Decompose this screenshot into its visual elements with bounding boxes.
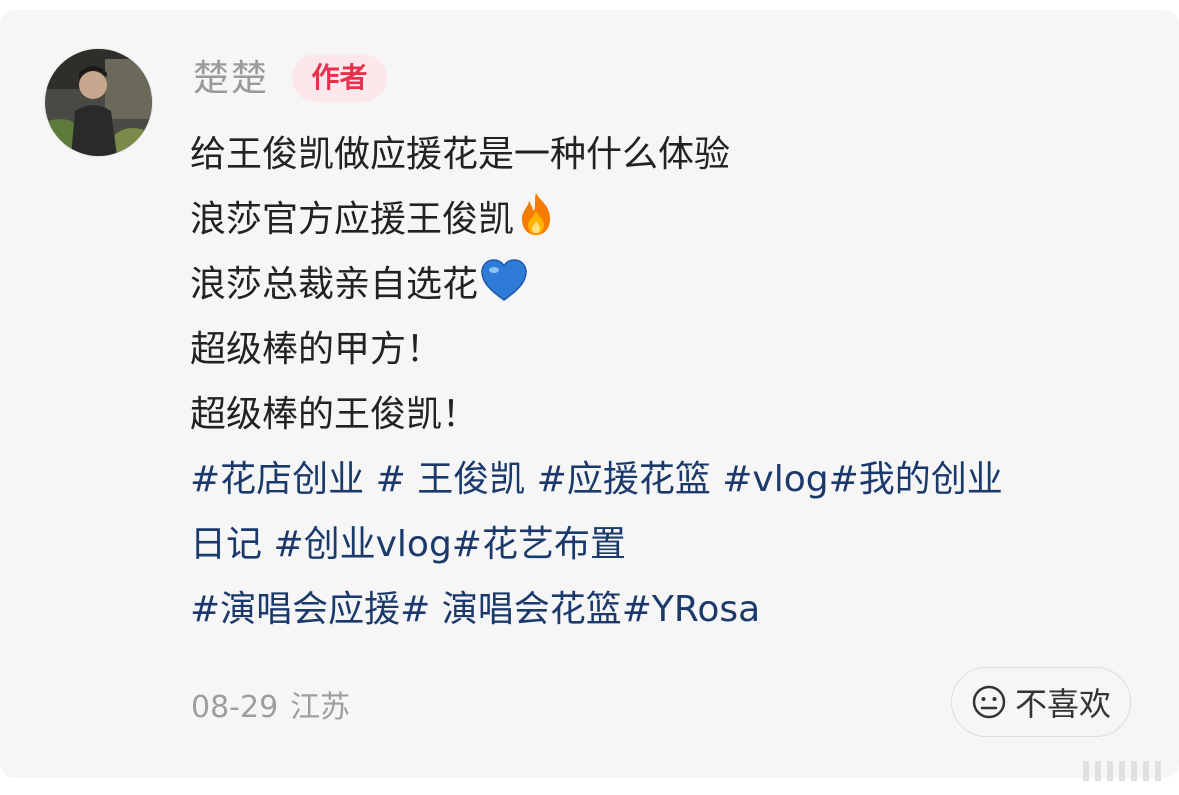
comment-line-2: 浪莎官方应援王俊凯 (190, 187, 1150, 252)
comment-date: 08-29 (191, 690, 279, 725)
watermark-bars (1083, 761, 1161, 781)
comment-line-1: 给王俊凯做应援花是一种什么体验 (190, 134, 731, 175)
comment-meta: 08-29 江苏 (191, 686, 350, 730)
dislike-label: 不喜欢 (1014, 685, 1111, 723)
fire-icon (516, 191, 556, 258)
hashtag-line-2[interactable]: 日记 #创业vlog#花艺布置 (190, 512, 1150, 577)
neutral-face-icon (972, 685, 1006, 719)
comment-location: 江苏 (290, 690, 351, 725)
author-name[interactable]: 楚楚 (193, 54, 269, 104)
hashtag-line-1[interactable]: #花店创业 # 王俊凯 #应援花篮 #vlog#我的创业 (190, 447, 1150, 512)
blue-heart-icon (480, 258, 528, 323)
comment-line-5: 超级棒的王俊凯！ (190, 394, 479, 435)
comment-card: 楚楚 作者 给王俊凯做应援花是一种什么体验 浪莎官方应援王俊凯 浪莎总裁亲自选花… (0, 10, 1179, 778)
comment-body: 给王俊凯做应援花是一种什么体验 浪莎官方应援王俊凯 浪莎总裁亲自选花 超级棒的甲… (190, 122, 1150, 642)
dislike-button[interactable]: 不喜欢 (951, 667, 1131, 737)
comment-line-3: 浪莎总裁亲自选花 (190, 252, 1150, 317)
avatar-photo-icon (45, 49, 152, 156)
author-badge: 作者 (292, 54, 387, 102)
comment-line-4: 超级棒的甲方！ (190, 329, 443, 370)
hashtag-line-3[interactable]: #演唱会应援# 演唱会花篮#YRosa (190, 577, 1150, 642)
author-avatar[interactable] (44, 48, 153, 157)
